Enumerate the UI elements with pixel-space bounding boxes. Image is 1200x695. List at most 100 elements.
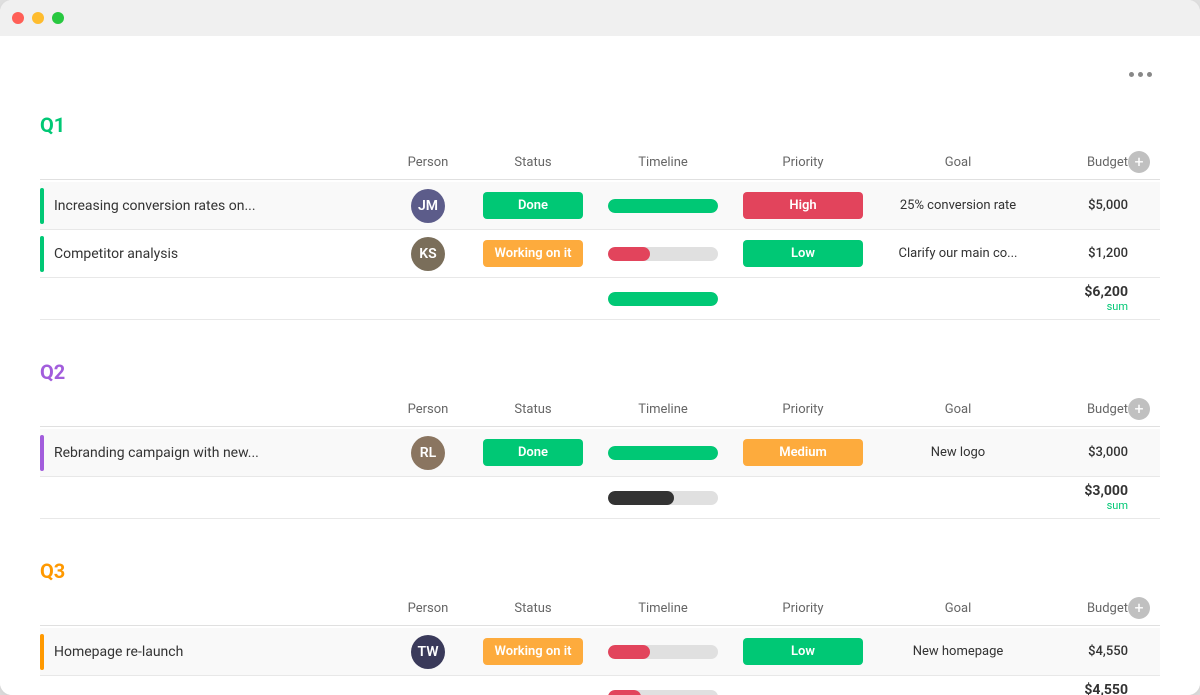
timeline-bar xyxy=(608,446,718,460)
col-add-header: + xyxy=(1128,151,1160,173)
section-label-q2: Q2 xyxy=(40,360,220,384)
more-dot-1 xyxy=(1129,72,1134,77)
status-badge[interactable]: Done xyxy=(483,192,583,219)
priority-cell[interactable]: Medium xyxy=(728,439,878,466)
close-dot[interactable] xyxy=(12,12,24,24)
col-goal-header: Goal xyxy=(878,601,1038,616)
section-header-q1: Q1 xyxy=(40,113,1160,137)
summary-timeline-wrap xyxy=(608,690,718,695)
status-cell[interactable]: Done xyxy=(468,192,598,219)
avatar-cell: KS xyxy=(388,237,468,271)
task-name-cell: Rebranding campaign with new... xyxy=(40,435,388,471)
summary-row-q1: $6,200 sum xyxy=(40,278,1160,320)
col-person-header: Person xyxy=(388,601,468,616)
task-name-cell: Homepage re-launch xyxy=(40,634,388,670)
summary-timeline-wrap xyxy=(608,491,718,505)
section-q2: Q2 Person Status Timeline Priority Goal … xyxy=(40,360,1160,519)
col-headers-q3: Person Status Timeline Priority Goal Bud… xyxy=(40,591,1160,626)
goal-cell: New homepage xyxy=(878,644,1038,659)
more-dot-3 xyxy=(1147,72,1152,77)
priority-badge[interactable]: Medium xyxy=(743,439,863,466)
task-name-cell: Increasing conversion rates on... xyxy=(40,188,388,224)
section-label-q3: Q3 xyxy=(40,559,220,583)
minimize-dot[interactable] xyxy=(32,12,44,24)
zoom-dot[interactable] xyxy=(52,12,64,24)
col-add-header: + xyxy=(1128,398,1160,420)
section-q1: Q1 Person Status Timeline Priority Goal … xyxy=(40,113,1160,320)
task-row-q1-1: Competitor analysis KS Working on it Low… xyxy=(40,230,1160,278)
budget-cell: $4,550 xyxy=(1038,644,1128,659)
avatar-cell: JM xyxy=(388,189,468,223)
task-row-q1-0: Increasing conversion rates on... JM Don… xyxy=(40,182,1160,230)
col-status-header: Status xyxy=(468,601,598,616)
budget-cell: $3,000 xyxy=(1038,445,1128,460)
task-row-q2-0: Rebranding campaign with new... RL Done … xyxy=(40,429,1160,477)
section-label-q1: Q1 xyxy=(40,113,220,137)
goal-cell: New logo xyxy=(878,445,1038,460)
timeline-bar xyxy=(608,199,718,213)
col-timeline-header: Timeline xyxy=(598,601,728,616)
sections-container: Q1 Person Status Timeline Priority Goal … xyxy=(40,113,1160,695)
timeline-bar-wrap xyxy=(608,645,718,659)
col-status-header: Status xyxy=(468,402,598,417)
summary-timeline-bar xyxy=(608,690,641,695)
priority-badge[interactable]: High xyxy=(743,192,863,219)
add-task-button-q2[interactable]: + xyxy=(1128,398,1150,420)
timeline-cell xyxy=(598,446,728,460)
timeline-bar-wrap xyxy=(608,247,718,261)
col-goal-header: Goal xyxy=(878,402,1038,417)
task-row-q3-0: Homepage re-launch TW Working on it Low … xyxy=(40,628,1160,676)
summary-timeline xyxy=(598,690,728,695)
col-priority-header: Priority xyxy=(728,155,878,170)
sum-label: sum xyxy=(1038,300,1128,313)
titlebar xyxy=(0,0,1200,36)
more-dot-2 xyxy=(1138,72,1143,77)
timeline-bar xyxy=(608,247,650,261)
timeline-bar xyxy=(608,645,650,659)
add-task-button-q1[interactable]: + xyxy=(1128,151,1150,173)
timeline-bar-wrap xyxy=(608,199,718,213)
more-button[interactable] xyxy=(1121,68,1160,81)
task-name: Homepage re-launch xyxy=(54,644,183,660)
goal-cell: Clarify our main co... xyxy=(878,246,1038,261)
col-status-header: Status xyxy=(468,155,598,170)
summary-budget: $3,000 sum xyxy=(1038,483,1128,512)
task-border xyxy=(40,236,44,272)
task-border xyxy=(40,634,44,670)
status-badge[interactable]: Working on it xyxy=(483,240,584,267)
task-name: Rebranding campaign with new... xyxy=(54,445,259,461)
status-cell[interactable]: Working on it xyxy=(468,240,598,267)
budget-cell: $1,200 xyxy=(1038,246,1128,261)
col-goal-header: Goal xyxy=(878,155,1038,170)
priority-cell[interactable]: High xyxy=(728,192,878,219)
goal-cell: 25% conversion rate xyxy=(878,198,1038,213)
priority-badge[interactable]: Low xyxy=(743,638,863,665)
section-header-q3: Q3 xyxy=(40,559,1160,583)
priority-cell[interactable]: Low xyxy=(728,638,878,665)
section-header-q2: Q2 xyxy=(40,360,1160,384)
sum-amount: $6,200 xyxy=(1038,284,1128,300)
sum-amount: $4,550 xyxy=(1038,682,1128,695)
status-badge[interactable]: Done xyxy=(483,439,583,466)
status-cell[interactable]: Done xyxy=(468,439,598,466)
budget-cell: $5,000 xyxy=(1038,198,1128,213)
col-person-header: Person xyxy=(388,402,468,417)
task-name: Increasing conversion rates on... xyxy=(54,198,256,214)
summary-budget: $6,200 sum xyxy=(1038,284,1128,313)
task-name-cell: Competitor analysis xyxy=(40,236,388,272)
summary-row-q3: $4,550 sum xyxy=(40,676,1160,695)
col-add-header: + xyxy=(1128,597,1160,619)
priority-badge[interactable]: Low xyxy=(743,240,863,267)
col-headers-q1: Person Status Timeline Priority Goal Bud… xyxy=(40,145,1160,180)
priority-cell[interactable]: Low xyxy=(728,240,878,267)
col-priority-header: Priority xyxy=(728,601,878,616)
col-headers-q2: Person Status Timeline Priority Goal Bud… xyxy=(40,392,1160,427)
avatar: KS xyxy=(411,237,445,271)
status-badge[interactable]: Working on it xyxy=(483,638,584,665)
col-budget-header: Budget xyxy=(1038,402,1128,417)
task-border xyxy=(40,188,44,224)
status-cell[interactable]: Working on it xyxy=(468,638,598,665)
page-header xyxy=(40,68,1160,81)
add-task-button-q3[interactable]: + xyxy=(1128,597,1150,619)
timeline-cell xyxy=(598,645,728,659)
